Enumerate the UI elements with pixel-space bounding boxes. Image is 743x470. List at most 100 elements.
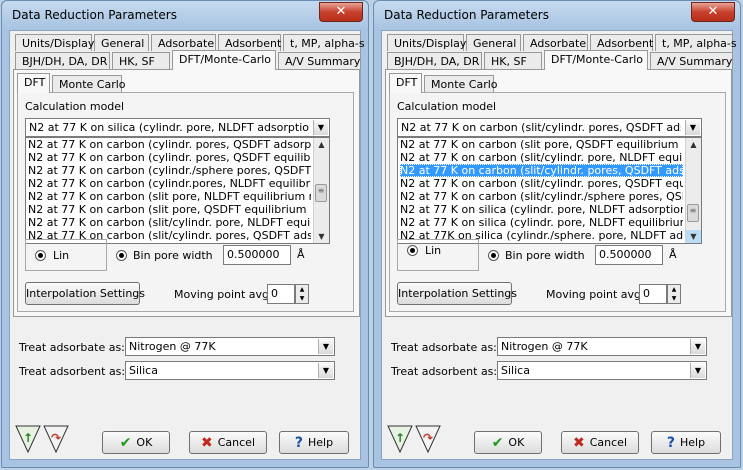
scroll-down-icon[interactable]: ▼ (314, 230, 329, 243)
svg-text:↑: ↑ (395, 431, 405, 445)
bin-width-field[interactable]: 0.500000 (595, 245, 663, 265)
interpolation-settings-button[interactable]: Interpolation Settings (25, 282, 145, 305)
title-bar[interactable]: Data Reduction Parameters ✕ (2, 1, 368, 29)
scroll-down-icon[interactable]: ▼ (686, 230, 701, 243)
chevron-down-icon[interactable]: ▼ (313, 120, 328, 135)
list-item[interactable]: N2 at 77 K on carbon (slit/cylindr. pore… (400, 177, 683, 190)
interpolation-settings-button[interactable]: Interpolation Settings (397, 282, 517, 305)
tab-dft-monte-carlo[interactable]: DFT/Monte-Carlo (172, 50, 276, 70)
lin-radio[interactable] (35, 250, 46, 261)
scroll-thumb[interactable]: ≡ (687, 204, 699, 222)
bin-width-field[interactable]: 0.500000 (223, 245, 291, 265)
help-button[interactable]: ? Help (651, 431, 721, 454)
tab-general[interactable]: General (466, 34, 521, 51)
moving-avg-field[interactable]: 0 (639, 284, 667, 304)
tab-bjh[interactable]: BJH/DH, DA, DR (15, 52, 110, 69)
tab-general[interactable]: General (94, 34, 149, 51)
calc-model-select[interactable]: N2 at 77 K on silica (cylindr. pore, NLD… (25, 118, 330, 137)
subtab-monte-carlo[interactable]: Monte Carlo (52, 75, 126, 92)
list-item[interactable]: N2 at 77 K on carbon (slit pore, NLDFT e… (28, 190, 311, 203)
list-item[interactable]: N2 at 77 K on carbon (slit pore, QSDFT e… (28, 203, 311, 216)
tab-units-display[interactable]: Units/Display (387, 34, 466, 51)
list-scrollbar[interactable]: ▲ ≡ ▼ (685, 138, 701, 243)
check-icon: ✔ (491, 435, 504, 451)
tab-adsorbate[interactable]: Adsorbate (151, 34, 216, 51)
close-button[interactable]: ✕ (691, 2, 735, 22)
scroll-up-icon[interactable]: ▲ (314, 138, 329, 151)
list-item[interactable]: N2 at 77 K on carbon (cylindr. pores, QS… (28, 138, 311, 151)
title-bar[interactable]: Data Reduction Parameters ✕ (374, 1, 740, 29)
list-item[interactable]: N2 at 77 K on carbon (slit/cylindr./sphe… (400, 190, 683, 203)
list-item[interactable]: N2 at 77 K on carbon (slit pore, QSDFT e… (400, 138, 683, 151)
chevron-down-icon[interactable]: ▼ (690, 363, 705, 378)
chevron-down-icon[interactable]: ▼ (318, 339, 333, 354)
chevron-down-icon[interactable]: ▼ (690, 339, 705, 354)
moving-avg-stepper[interactable]: ▲ ▼ (667, 284, 681, 304)
tab-dft-monte-carlo[interactable]: DFT/Monte-Carlo (544, 50, 648, 70)
bin-radio[interactable] (116, 250, 127, 261)
check-icon: ✔ (119, 435, 132, 451)
tab-adsorbent[interactable]: Adsorbent (590, 34, 653, 51)
moving-avg-label: Moving point avg.: (174, 288, 277, 301)
tab-av-summary[interactable]: A/V Summary (650, 52, 733, 69)
close-button[interactable]: ✕ (319, 2, 363, 22)
chevron-down-icon[interactable]: ▼ (318, 363, 333, 378)
calc-model-select[interactable]: N2 at 77 K on carbon (slit/cylindr. pore… (397, 118, 702, 137)
context-help-icon[interactable]: ↑ ↷ (386, 424, 442, 454)
subtab-monte-carlo[interactable]: Monte Carlo (424, 75, 498, 92)
moving-avg-label: Moving point avg.: (546, 288, 649, 301)
tab-hk-sf[interactable]: HK, SF (484, 52, 542, 69)
ok-label: OK (508, 436, 525, 449)
scroll-up-icon[interactable]: ▲ (686, 138, 701, 151)
tab-adsorbent[interactable]: Adsorbent (218, 34, 281, 51)
chevron-down-icon[interactable]: ▼ (685, 120, 700, 135)
tab-adsorbate[interactable]: Adsorbate (523, 34, 588, 51)
help-button[interactable]: ? Help (279, 431, 349, 454)
ok-button[interactable]: ✔ OK (474, 431, 542, 454)
dialog-window-left: Data Reduction Parameters ✕ Units/Displa… (1, 0, 369, 468)
ok-label: OK (136, 436, 153, 449)
adsorbent-select[interactable]: Silica ▼ (497, 361, 707, 380)
list-item[interactable]: N2 at 77 K on carbon (slit/cylindr. pore… (400, 151, 683, 164)
moving-avg-stepper[interactable]: ▲ ▼ (295, 284, 309, 304)
tab-bjh[interactable]: BJH/DH, DA, DR (387, 52, 482, 69)
list-item[interactable]: N2 at 77 K on carbon (slit/cylindr. pore… (28, 216, 311, 229)
list-item[interactable]: N2 at 77 K on carbon (cylindr./sphere po… (28, 164, 311, 177)
scroll-thumb[interactable]: ≡ (315, 184, 327, 202)
ok-button[interactable]: ✔ OK (102, 431, 170, 454)
tab-t-mp-alpha[interactable]: t, MP, alpha-s (283, 34, 365, 51)
subtab-dft[interactable]: DFT (17, 73, 50, 93)
calc-model-list[interactable]: N2 at 77 K on carbon (slit pore, QSDFT e… (397, 137, 702, 244)
adsorbate-value: Nitrogen @ 77K (129, 340, 216, 353)
bin-label: Bin pore width (133, 249, 213, 262)
list-item[interactable]: N2 at 77 K on silica (cylindr. pore, NLD… (400, 216, 683, 229)
list-scrollbar[interactable]: ▲ ≡ ▼ (313, 138, 329, 243)
list-item[interactable]: N2 at 77 K on silica (cylindr. pore, NLD… (400, 203, 683, 216)
list-item[interactable]: N2 at 77 K on carbon (cylindr. pores, QS… (28, 151, 311, 164)
angstrom-unit: Å (297, 248, 305, 261)
subtab-dft[interactable]: DFT (389, 73, 422, 93)
tab-t-mp-alpha[interactable]: t, MP, alpha-s (655, 34, 737, 51)
bin-radio[interactable] (488, 250, 499, 261)
moving-avg-field[interactable]: 0 (267, 284, 295, 304)
context-help-icon[interactable]: ↑ ↷ (14, 424, 70, 454)
adsorbent-value: Silica (501, 364, 530, 377)
angstrom-unit: Å (669, 248, 677, 261)
question-icon: ? (666, 435, 676, 451)
window-title: Data Reduction Parameters (12, 8, 177, 22)
list-item-selected[interactable]: N2 at 77 K on carbon (slit/cylindr. pore… (400, 164, 683, 177)
adsorbent-value: Silica (129, 364, 158, 377)
adsorbate-select[interactable]: Nitrogen @ 77K ▼ (497, 337, 707, 356)
window-title: Data Reduction Parameters (384, 8, 549, 22)
lin-radio[interactable] (407, 245, 418, 256)
adsorbent-select[interactable]: Silica ▼ (125, 361, 335, 380)
cancel-button[interactable]: ✖ Cancel (561, 431, 639, 454)
tab-hk-sf[interactable]: HK, SF (112, 52, 170, 69)
calc-model-list[interactable]: N2 at 77 K on carbon (cylindr. pores, QS… (25, 137, 330, 244)
tab-units-display[interactable]: Units/Display (15, 34, 94, 51)
list-item[interactable]: N2 at 77 K on carbon (cylindr.pores, NLD… (28, 177, 311, 190)
adsorbent-label: Treat adsorbent as: (391, 365, 498, 378)
tab-av-summary[interactable]: A/V Summary (278, 52, 361, 69)
adsorbate-select[interactable]: Nitrogen @ 77K ▼ (125, 337, 335, 356)
cancel-button[interactable]: ✖ Cancel (189, 431, 267, 454)
